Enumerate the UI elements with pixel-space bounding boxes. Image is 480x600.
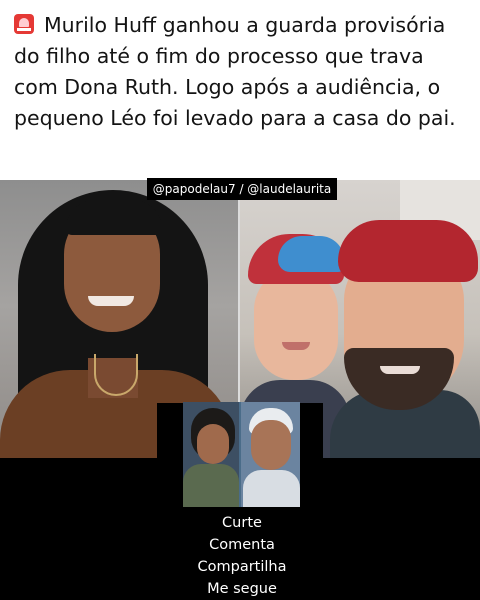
police-siren-icon xyxy=(14,14,34,34)
post-caption: Murilo Huff ganhou a guarda provisória d… xyxy=(14,10,470,134)
post-caption-text: Murilo Huff ganhou a guarda provisória d… xyxy=(14,13,456,130)
cta-follow: Me segue xyxy=(207,581,277,597)
inset-photo xyxy=(183,402,300,507)
cta-share: Compartilha xyxy=(197,559,287,575)
cta-comment: Comenta xyxy=(209,537,275,553)
source-handle-tag: @papodelau7 / @laudelaurita xyxy=(147,178,337,200)
cta-like: Curte xyxy=(222,515,262,531)
call-to-action: Curte Comenta Compartilha Me segue xyxy=(182,512,302,600)
